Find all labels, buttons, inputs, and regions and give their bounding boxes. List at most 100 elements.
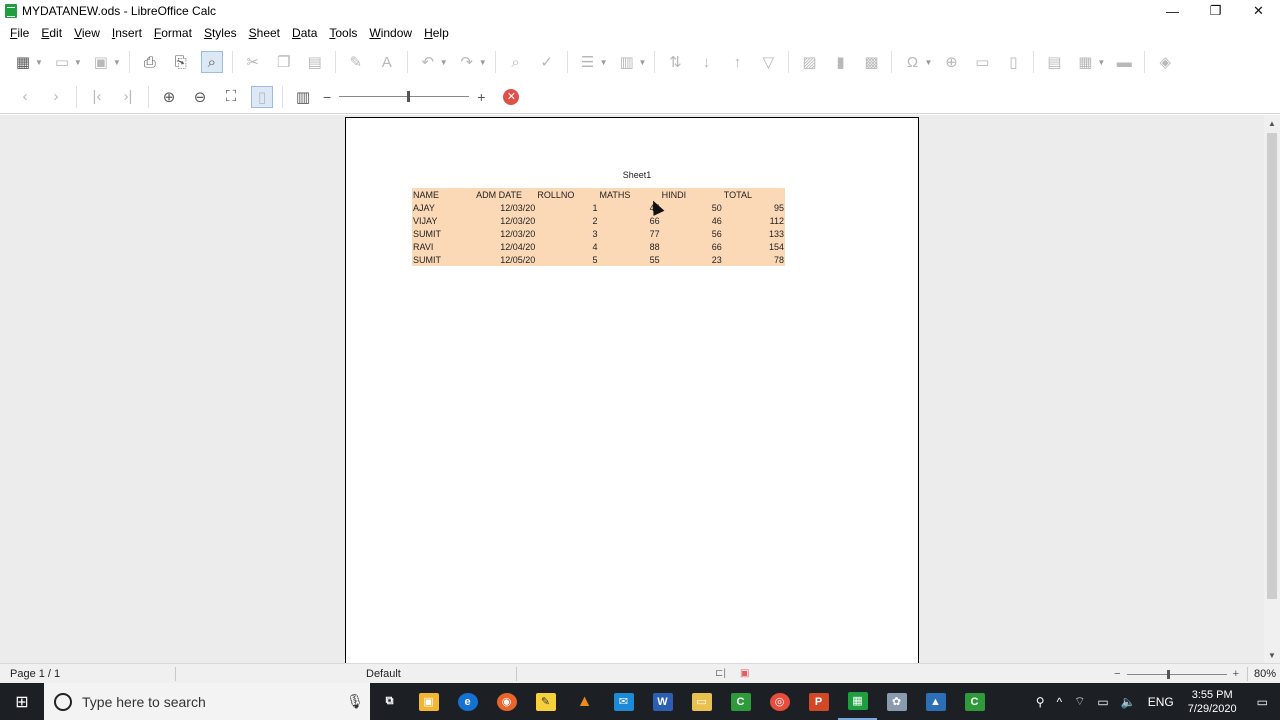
menu-window[interactable]: Window <box>363 22 418 44</box>
close-button[interactable]: ✕ <box>1237 0 1280 22</box>
undo-icon[interactable]: ↶ <box>417 51 439 73</box>
new-dropdown-icon[interactable]: ▼ <box>35 58 43 67</box>
pivot-table-icon[interactable]: ▩ <box>860 51 882 73</box>
menu-insert[interactable]: Insert <box>106 22 148 44</box>
libreoffice-calc-taskbar-icon[interactable]: ▦ <box>838 683 877 720</box>
column-icon[interactable]: ▥ <box>616 51 638 73</box>
next-page-icon[interactable]: › <box>45 86 67 108</box>
first-page-icon[interactable]: |‹ <box>86 86 108 108</box>
row-icon[interactable]: ☰ <box>577 51 599 73</box>
status-zoom-slider[interactable] <box>1126 669 1227 679</box>
redo-dropdown-icon[interactable]: ▼ <box>479 58 487 67</box>
windows-start-icon[interactable]: ⊞ <box>0 683 44 720</box>
cortana-icon[interactable] <box>54 692 72 711</box>
menu-view[interactable]: View <box>68 22 106 44</box>
network-icon[interactable]: ⌔ <box>1068 694 1091 709</box>
input-language[interactable]: ENG <box>1142 695 1180 709</box>
status-zoom-percent[interactable]: 80% <box>1248 668 1280 680</box>
powerpoint-icon[interactable]: P <box>799 683 838 720</box>
file-explorer-icon[interactable]: ▭ <box>682 683 721 720</box>
camtasia-recorder-icon[interactable]: C <box>955 683 994 720</box>
menu-data[interactable]: Data <box>286 22 323 44</box>
menu-sheet[interactable]: Sheet <box>243 22 286 44</box>
menu-help[interactable]: Help <box>418 22 455 44</box>
menu-file[interactable]: File <box>4 22 35 44</box>
headers-footers-icon[interactable]: ▯ <box>1002 51 1024 73</box>
open-dropdown-icon[interactable]: ▼ <box>74 58 82 67</box>
sort-icon[interactable]: ⇅ <box>664 51 686 73</box>
paint-icon[interactable]: ✿ <box>877 683 916 720</box>
vertical-scrollbar[interactable]: ▲ ▼ <box>1264 115 1280 663</box>
sort-ascending-icon[interactable]: ↓ <box>695 51 717 73</box>
hyperlink-icon[interactable]: ⊕ <box>940 51 962 73</box>
special-character-dropdown-icon[interactable]: ▼ <box>924 58 932 67</box>
menu-styles[interactable]: Styles <box>198 22 243 44</box>
zoom-slider-thumb[interactable] <box>407 91 411 102</box>
cut-icon[interactable]: ✂ <box>242 51 264 73</box>
insert-image-icon[interactable]: ▨ <box>798 51 820 73</box>
full-screen-icon[interactable]: ⛶ <box>220 86 242 108</box>
status-zoom-out-icon[interactable]: − <box>1114 668 1120 680</box>
freeze-dropdown-icon[interactable]: ▼ <box>1097 58 1105 67</box>
chrome-icon[interactable]: ◎ <box>760 683 799 720</box>
zoom-in-icon[interactable]: ⊕ <box>158 86 180 108</box>
zoom-minus-icon[interactable]: − <box>323 89 331 105</box>
redo-icon[interactable]: ↷ <box>456 51 478 73</box>
print-icon[interactable]: ⎘ <box>170 51 192 73</box>
new-document-icon[interactable]: ▦ <box>12 51 34 73</box>
last-page-icon[interactable]: ›| <box>117 86 139 108</box>
menu-tools[interactable]: Tools <box>323 22 363 44</box>
taskbar-clock[interactable]: 3:55 PM 7/29/2020 <box>1180 688 1245 716</box>
battery-icon[interactable]: ▭ <box>1091 695 1114 709</box>
spelling-icon[interactable]: ✓ <box>536 51 558 73</box>
firefox-icon[interactable]: ◉ <box>487 683 526 720</box>
save-dropdown-icon[interactable]: ▼ <box>113 58 121 67</box>
scroll-down-icon[interactable]: ▼ <box>1264 647 1280 663</box>
status-zoom-thumb[interactable] <box>1166 669 1170 679</box>
print-preview-icon[interactable]: ⌕ <box>200 51 223 73</box>
zoom-out-icon[interactable]: ⊖ <box>189 86 211 108</box>
edge-icon[interactable]: e <box>448 683 487 720</box>
camtasia-icon[interactable]: C <box>721 683 760 720</box>
find-replace-icon[interactable]: ⌕ <box>505 51 527 73</box>
freeze-rows-columns-icon[interactable]: ▦ <box>1074 51 1096 73</box>
scroll-up-icon[interactable]: ▲ <box>1264 115 1280 131</box>
task-view-icon[interactable]: ⧉ <box>370 683 409 720</box>
row-dropdown-icon[interactable]: ▼ <box>600 58 608 67</box>
previous-page-icon[interactable]: ‹ <box>14 86 36 108</box>
document-modified-icon[interactable]: ▣ <box>740 668 749 679</box>
margins-icon[interactable]: ▥ <box>292 86 314 108</box>
menu-format[interactable]: Format <box>148 22 198 44</box>
autofilter-icon[interactable]: ▽ <box>757 51 779 73</box>
store-icon[interactable]: ▣ <box>409 683 448 720</box>
sort-descending-icon[interactable]: ↑ <box>726 51 748 73</box>
clone-formatting-icon[interactable]: ✎ <box>345 51 367 73</box>
people-icon[interactable]: ⚲ <box>1030 695 1051 709</box>
taskbar-search-box[interactable]: Type here to search 🎙 <box>44 683 370 720</box>
menu-edit[interactable]: Edit <box>35 22 68 44</box>
copy-icon[interactable]: ❐ <box>273 51 295 73</box>
define-print-area-icon[interactable]: ▤ <box>1043 51 1065 73</box>
column-dropdown-icon[interactable]: ▼ <box>639 58 647 67</box>
show-hidden-icons-icon[interactable]: ^ <box>1050 695 1068 709</box>
show-draw-functions-icon[interactable]: ◈ <box>1154 51 1176 73</box>
split-window-icon[interactable]: ▬ <box>1113 51 1135 73</box>
export-pdf-icon[interactable]: ⎙ <box>139 51 161 73</box>
paste-icon[interactable]: ▤ <box>304 51 326 73</box>
minimize-button[interactable]: — <box>1151 0 1194 22</box>
special-character-icon[interactable]: Ω <box>901 51 923 73</box>
sticky-notes-icon[interactable]: ✎ <box>526 683 565 720</box>
microphone-icon[interactable]: 🎙 <box>340 693 370 710</box>
clear-formatting-icon[interactable]: A <box>376 51 398 73</box>
photos-icon[interactable]: ▲ <box>916 683 955 720</box>
mail-icon[interactable]: ✉ <box>604 683 643 720</box>
scrollbar-thumb[interactable] <box>1267 133 1277 599</box>
volume-icon[interactable]: 🔈 <box>1115 695 1142 709</box>
zoom-plus-icon[interactable]: + <box>477 89 485 105</box>
zoom-slider[interactable] <box>339 91 470 102</box>
open-folder-icon[interactable]: ▭ <box>51 51 73 73</box>
word-icon[interactable]: W <box>643 683 682 720</box>
save-icon[interactable]: ▣ <box>90 51 112 73</box>
page-style[interactable]: Default <box>176 668 516 680</box>
undo-dropdown-icon[interactable]: ▼ <box>440 58 448 67</box>
